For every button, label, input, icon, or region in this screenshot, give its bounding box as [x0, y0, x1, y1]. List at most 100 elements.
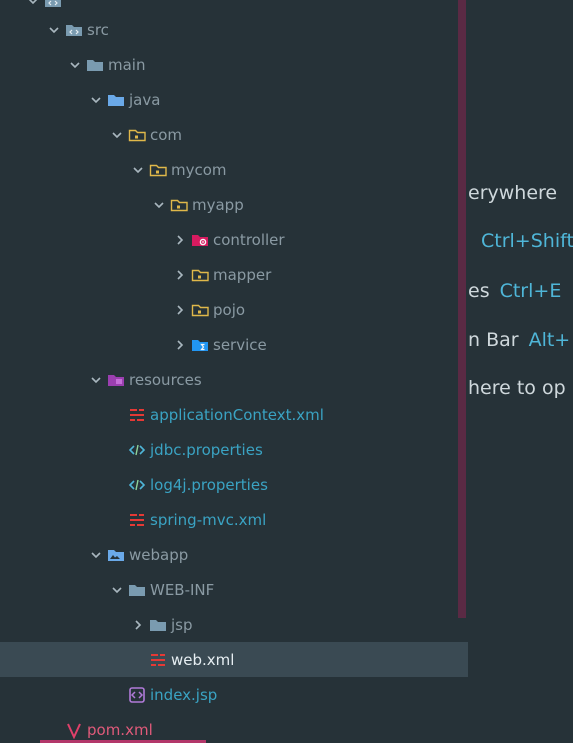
tree-node[interactable]: mycom — [0, 152, 468, 187]
chevron-right-icon[interactable] — [173, 268, 187, 282]
shortcut-hint: here to op — [468, 377, 566, 399]
tree-node-label: index.jsp — [150, 685, 218, 704]
chevron-down-icon[interactable] — [68, 58, 82, 72]
package-icon — [191, 301, 209, 319]
tree-node[interactable]: main — [0, 47, 468, 82]
tree-node[interactable]: jdbc.properties — [0, 432, 468, 467]
tree-node-label: myapp — [192, 195, 244, 214]
chevron-down-icon[interactable] — [89, 548, 103, 562]
shortcut-hint: erywhere — [468, 182, 557, 204]
tree-node[interactable]: service — [0, 327, 468, 362]
service-folder-icon — [191, 336, 209, 354]
tree-node-label: web.xml — [171, 650, 235, 669]
controller-folder-icon — [191, 231, 209, 249]
project-tree[interactable]: src main java com mycom myapp controller mapper… — [0, 0, 468, 743]
tree-node-label: mycom — [171, 160, 227, 179]
tree-node[interactable]: mapper — [0, 257, 468, 292]
webapp-folder-icon — [107, 546, 125, 564]
tree-node[interactable]: pojo — [0, 292, 468, 327]
tree-node-label: src — [87, 20, 109, 39]
chevron-right-icon[interactable] — [173, 338, 187, 352]
chevron-down-icon[interactable] — [89, 373, 103, 387]
tree-node-label: controller — [213, 230, 285, 249]
chevron-down-icon[interactable] — [152, 198, 166, 212]
chevron-down-icon[interactable] — [47, 23, 61, 37]
folder-icon — [128, 581, 146, 599]
tree-node[interactable]: spring-mvc.xml — [0, 502, 468, 537]
hint-shortcut-key: Ctrl+Shift — [481, 230, 573, 252]
tree-node[interactable]: webapp — [0, 537, 468, 572]
shortcut-hint: Ctrl+Shift — [468, 230, 573, 252]
tree-node-label: main — [108, 55, 146, 74]
xml-file-icon — [128, 511, 146, 529]
hint-shortcut-key: Ctrl+E — [499, 280, 562, 302]
tree-node-label: webapp — [129, 545, 189, 564]
tree-node[interactable]: web.xml — [0, 642, 468, 677]
shortcut-hint: es Ctrl+E — [468, 280, 561, 302]
panel-splitter[interactable] — [458, 0, 466, 618]
tree-node-label: java — [129, 90, 161, 109]
tree-node-label: pom.xml — [87, 720, 153, 739]
hint-shortcut-key: Alt+ — [528, 329, 571, 351]
maven-icon — [65, 721, 83, 739]
xml-file-icon — [128, 406, 146, 424]
chevron-down-icon[interactable] — [131, 163, 145, 177]
tree-node[interactable]: java — [0, 82, 468, 117]
package-icon — [170, 196, 188, 214]
tree-node-label: service — [213, 335, 267, 354]
hint-text: es — [468, 280, 490, 302]
editor-empty-hints: erywhere Ctrl+Shift es Ctrl+E n Bar Alt+ here… — [468, 0, 573, 743]
tree-node-label: mapper — [213, 265, 272, 284]
xml-file-icon — [149, 651, 167, 669]
chevron-down-icon[interactable] — [26, 0, 40, 8]
tree-node[interactable]: log4j.properties — [0, 467, 468, 502]
tree-node-label: log4j.properties — [150, 475, 268, 494]
tree-node[interactable]: myapp — [0, 187, 468, 222]
tree-node-label: WEB-INF — [150, 580, 215, 599]
tree-node[interactable]: jsp — [0, 607, 468, 642]
tree-node[interactable]: controller — [0, 222, 468, 257]
tree-node-label: jsp — [171, 615, 193, 634]
hint-text: n Bar — [468, 329, 519, 351]
chevron-right-icon[interactable] — [131, 618, 145, 632]
properties-file-icon — [128, 476, 146, 494]
tree-node-label: resources — [129, 370, 202, 389]
tree-node[interactable]: src — [0, 12, 468, 47]
package-icon — [191, 266, 209, 284]
hint-text: erywhere — [468, 182, 558, 204]
jsp-file-icon — [128, 686, 146, 704]
tree-node-label: spring-mvc.xml — [150, 510, 267, 529]
tree-node[interactable]: pom.xml — [0, 712, 468, 743]
src-folder-icon — [65, 21, 83, 39]
src-folder-icon — [44, 0, 62, 10]
chevron-down-icon[interactable] — [89, 93, 103, 107]
java-folder-icon — [107, 91, 125, 109]
package-icon — [149, 161, 167, 179]
package-icon — [128, 126, 146, 144]
chevron-down-icon[interactable] — [110, 583, 124, 597]
chevron-down-icon[interactable] — [110, 128, 124, 142]
folder-icon — [86, 56, 104, 74]
tree-node-label: jdbc.properties — [150, 440, 263, 459]
tree-node[interactable]: WEB-INF — [0, 572, 468, 607]
tree-node-label: applicationContext.xml — [150, 405, 324, 424]
chevron-right-icon[interactable] — [173, 233, 187, 247]
tree-node[interactable]: applicationContext.xml — [0, 397, 468, 432]
properties-file-icon — [128, 441, 146, 459]
hint-text: here to op — [468, 377, 566, 399]
chevron-right-icon[interactable] — [173, 303, 187, 317]
tree-node-label: pojo — [213, 300, 246, 319]
tree-node-label: com — [150, 125, 183, 144]
tree-node[interactable]: com — [0, 117, 468, 152]
tree-node[interactable]: index.jsp — [0, 677, 468, 712]
tree-node[interactable]: resources — [0, 362, 468, 397]
folder-icon — [149, 616, 167, 634]
resources-folder-icon — [107, 371, 125, 389]
